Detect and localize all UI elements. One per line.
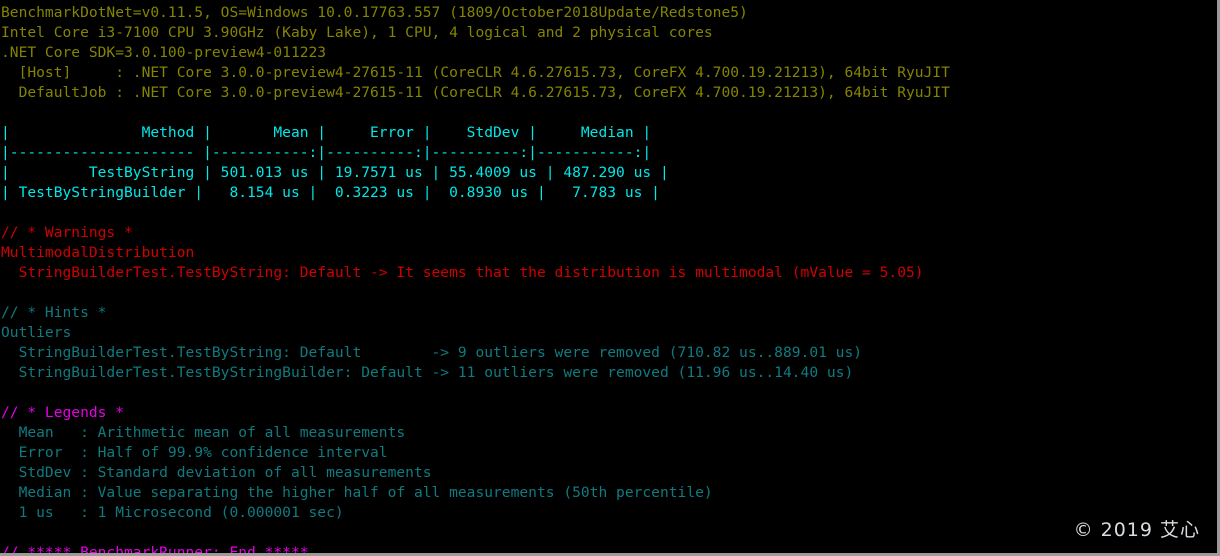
legend-line: Mean : Arithmetic mean of all measuremen… bbox=[1, 424, 406, 441]
table-row: | TestByStringBuilder | 8.154 us | 0.322… bbox=[1, 184, 660, 201]
console-output: BenchmarkDotNet=v0.11.5, OS=Windows 10.0… bbox=[0, 0, 1215, 556]
console-window: BenchmarkDotNet=v0.11.5, OS=Windows 10.0… bbox=[0, 0, 1220, 556]
environment-line: BenchmarkDotNet=v0.11.5, OS=Windows 10.0… bbox=[1, 4, 748, 21]
environment-block: BenchmarkDotNet=v0.11.5, OS=Windows 10.0… bbox=[0, 3, 1215, 103]
results-table: | Method | Mean | Error | StdDev | Media… bbox=[0, 123, 1215, 203]
warnings-category: MultimodalDistribution bbox=[1, 244, 195, 261]
legends-header: // * Legends * bbox=[1, 404, 125, 421]
hints-block: // * Hints * Outliers StringBuilderTest.… bbox=[0, 303, 1215, 383]
hints-line: StringBuilderTest.TestByStringBuilder: D… bbox=[1, 364, 854, 381]
legend-line: Error : Half of 99.9% confidence interva… bbox=[1, 444, 388, 461]
warnings-header: // * Warnings * bbox=[1, 224, 133, 241]
legend-line: StdDev : Standard deviation of all measu… bbox=[1, 464, 432, 481]
hints-category: Outliers bbox=[1, 324, 72, 341]
table-row: | TestByString | 501.013 us | 19.7571 us… bbox=[1, 164, 669, 181]
benchmark-runner-end: // ***** BenchmarkRunner: End ***** bbox=[1, 544, 309, 556]
legends-block: // * Legends * Mean : Arithmetic mean of… bbox=[0, 403, 1215, 523]
environment-line: [Host] : .NET Core 3.0.0-preview4-27615-… bbox=[1, 64, 950, 81]
warnings-line: StringBuilderTest.TestByString: Default … bbox=[1, 264, 924, 281]
environment-line: .NET Core SDK=3.0.100-preview4-011223 bbox=[1, 44, 327, 61]
hints-line: StringBuilderTest.TestByString: Default … bbox=[1, 344, 863, 361]
environment-line: Intel Core i3-7100 CPU 3.90GHz (Kaby Lak… bbox=[1, 24, 713, 41]
summary-block: // ***** BenchmarkRunner: End ***** // *… bbox=[0, 543, 1215, 556]
legend-line: Median : Value separating the higher hal… bbox=[1, 484, 713, 501]
warnings-block: // * Warnings * MultimodalDistribution S… bbox=[0, 223, 1215, 283]
table-header-row: | Method | Mean | Error | StdDev | Media… bbox=[1, 124, 652, 141]
hints-header: // * Hints * bbox=[1, 304, 107, 321]
watermark: © 2019 艾心 bbox=[1073, 519, 1200, 541]
table-divider-row: |--------------------- |-----------:|---… bbox=[1, 144, 652, 161]
environment-line: DefaultJob : .NET Core 3.0.0-preview4-27… bbox=[1, 84, 950, 101]
legend-line: 1 us : 1 Microsecond (0.000001 sec) bbox=[1, 504, 344, 521]
